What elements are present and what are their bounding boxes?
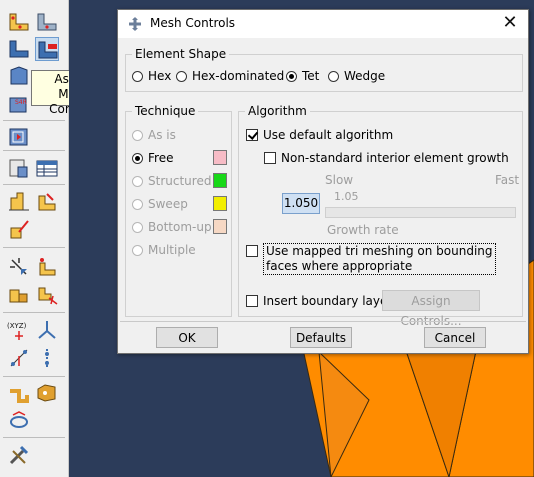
mapped-tri-meshing-label-2: faces where appropriate <box>266 259 413 273</box>
element-shape-group: Element Shape Hex Hex-dominated Tet Wedg… <box>125 47 523 92</box>
edit-node-icon[interactable] <box>7 282 31 306</box>
query-icon[interactable] <box>7 381 31 405</box>
technique-bottom-up-label: Bottom-up <box>148 220 212 234</box>
non-standard-growth-label: Non-standard interior element growth <box>281 151 509 165</box>
radio-tet[interactable]: Tet <box>286 69 319 83</box>
technique-as-is[interactable]: As is <box>132 128 176 142</box>
mesh-part-icon[interactable]: S4R <box>7 92 31 116</box>
slider-slow-label: Slow <box>325 173 354 187</box>
delete-mesh-icon[interactable] <box>7 124 31 148</box>
svg-text:S4R: S4R <box>15 99 27 106</box>
technique-free[interactable]: Free <box>132 151 173 165</box>
slider-fast-label: Fast <box>495 173 520 187</box>
virtual-topology-icon[interactable] <box>7 255 31 279</box>
growth-rate-label: Growth rate <box>327 223 399 237</box>
technique-group: Technique As is Free Structured Sweep Bo… <box>125 104 232 317</box>
create-datum-icon[interactable]: (XYZ) <box>7 318 31 342</box>
use-default-algorithm-checkbox[interactable]: Use default algorithm <box>246 128 393 142</box>
radio-tet-label: Tet <box>302 69 320 83</box>
technique-multiple[interactable]: Multiple <box>132 243 196 257</box>
seed-part-icon[interactable] <box>7 10 31 34</box>
technique-structured-label: Structured <box>148 174 212 188</box>
create-set-icon[interactable] <box>7 409 31 433</box>
assign-element-type-icon[interactable] <box>7 64 31 88</box>
svg-text:(XYZ): (XYZ) <box>7 322 27 330</box>
technique-sweep[interactable]: Sweep <box>132 197 188 211</box>
radio-wedge[interactable]: Wedge <box>328 69 385 83</box>
verify-mesh-icon[interactable] <box>7 156 31 180</box>
element-shape-legend: Element Shape <box>132 47 230 61</box>
radio-hex-dominated[interactable]: Hex-dominated <box>176 69 284 83</box>
radio-hex-dominated-label: Hex-dominated <box>192 69 285 83</box>
edit-mesh-icon[interactable] <box>7 190 31 214</box>
button-bar-separator <box>120 321 526 322</box>
dialog-titlebar[interactable]: Mesh Controls ✕ <box>118 10 528 38</box>
technique-bottom-up[interactable]: Bottom-up <box>132 220 212 234</box>
partition-edge-icon[interactable] <box>35 190 59 214</box>
radio-wedge-label: Wedge <box>344 69 386 83</box>
sweep-color-swatch <box>213 196 227 211</box>
datum-plane-icon[interactable] <box>7 346 31 370</box>
technique-multiple-label: Multiple <box>148 243 196 257</box>
mesh-controls-dialog: Mesh Controls ✕ Element Shape Hex Hex-do… <box>117 9 529 354</box>
radio-hex[interactable]: Hex <box>132 69 171 83</box>
tools-icon[interactable] <box>7 443 31 467</box>
technique-free-label: Free <box>148 151 174 165</box>
slider-value-label: 1.05 <box>334 190 359 203</box>
part-feature-icon[interactable] <box>35 282 59 306</box>
dialog-title: Mesh Controls <box>150 16 236 30</box>
technique-sweep-label: Sweep <box>148 197 188 211</box>
delete-seeds-icon[interactable] <box>7 37 31 61</box>
insert-boundary-layer-label: Insert boundary layer <box>263 294 393 308</box>
select-node-icon[interactable] <box>35 255 59 279</box>
datum-csys-icon[interactable] <box>35 346 59 370</box>
mapped-tri-meshing-label-1: Use mapped tri meshing on bounding <box>266 244 493 258</box>
growth-rate-slider[interactable] <box>325 207 516 218</box>
insert-boundary-layer-checkbox[interactable]: Insert boundary layer <box>246 294 392 308</box>
technique-structured[interactable]: Structured <box>132 174 211 188</box>
mesh-controls-icon <box>127 16 143 32</box>
mapped-tri-meshing-checkbox[interactable]: Use mapped tri meshing on bounding faces… <box>246 243 496 275</box>
non-standard-growth-checkbox[interactable]: Non-standard interior element growth <box>264 151 509 165</box>
seed-edges-icon[interactable] <box>35 10 59 34</box>
radio-hex-label: Hex <box>148 69 172 83</box>
cut-icon[interactable] <box>35 381 59 405</box>
technique-legend: Technique <box>132 104 199 118</box>
mesh-table-icon[interactable] <box>35 156 59 180</box>
use-default-algorithm-label: Use default algorithm <box>263 128 394 142</box>
structured-color-swatch <box>213 173 227 188</box>
partition-face-icon[interactable] <box>7 218 31 242</box>
bottom-up-color-swatch <box>213 219 227 234</box>
algorithm-group: Algorithm Use default algorithm Non-stan… <box>238 104 523 328</box>
defaults-button[interactable]: Defaults <box>290 327 352 348</box>
ok-button[interactable]: OK <box>156 327 218 348</box>
assign-controls-button[interactable]: Assign Controls... <box>382 290 480 328</box>
free-color-swatch <box>213 150 227 165</box>
technique-as-is-label: As is <box>148 128 176 142</box>
growth-rate-input[interactable]: 1.050 <box>282 193 320 214</box>
algorithm-legend: Algorithm <box>245 104 310 118</box>
close-button[interactable]: ✕ <box>500 13 520 33</box>
assign-mesh-controls-icon[interactable] <box>35 37 59 61</box>
cancel-button[interactable]: Cancel <box>424 327 486 348</box>
datum-axis-icon[interactable] <box>35 318 59 342</box>
